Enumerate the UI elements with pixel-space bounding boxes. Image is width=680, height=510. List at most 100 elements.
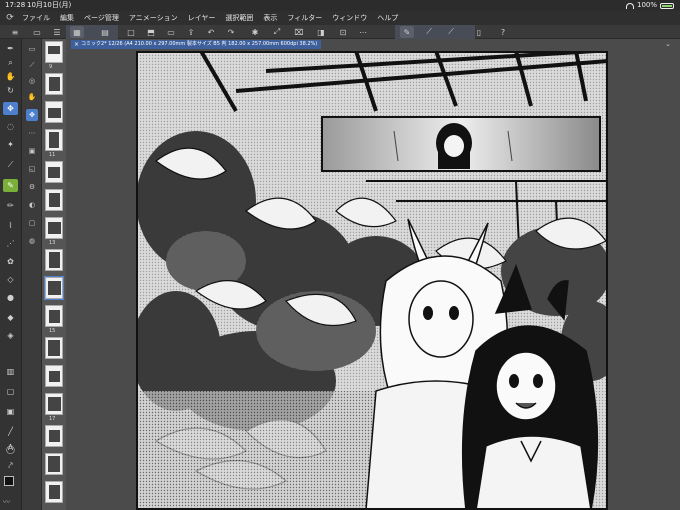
sub-tool-icon[interactable]: ▭ xyxy=(26,43,38,55)
export-icon[interactable]: ⇪ xyxy=(184,26,198,38)
pencil-icon[interactable]: ✏ xyxy=(3,199,18,212)
page-thumbnail[interactable] xyxy=(45,481,63,503)
wand-icon[interactable]: ✦ xyxy=(3,138,18,151)
decoration-icon[interactable]: ✿ xyxy=(3,255,18,268)
battery-percent: 100% xyxy=(636,1,657,9)
menu-animation[interactable]: アニメーション xyxy=(124,13,183,23)
undo-icon[interactable]: ↶ xyxy=(204,26,218,38)
menu-filter[interactable]: フィルター xyxy=(282,13,327,23)
figure-icon[interactable]: ▢ xyxy=(3,385,18,398)
help-icon[interactable]: ? xyxy=(496,26,510,38)
frame-icon[interactable]: ▣ xyxy=(3,405,18,418)
eyedropper-icon[interactable]: ⟋ xyxy=(3,158,18,171)
main-color-swatch[interactable] xyxy=(4,476,14,486)
color-mode-icon[interactable]: 〰 xyxy=(3,497,10,507)
sub-tool-icon[interactable]: ⟋ xyxy=(26,59,38,71)
snap-ruler-icon[interactable]: ⟋ xyxy=(444,26,458,38)
menu-file[interactable]: ファイル xyxy=(17,13,55,23)
page-thumbnail[interactable] xyxy=(45,393,63,415)
menu-bar: ⟳ ファイル 編集 ページ管理 アニメーション レイヤー 選択範囲 表示 フィル… xyxy=(0,11,680,25)
chevron-down-icon[interactable]: ⌄ xyxy=(665,40,671,48)
command-bar: ≡ ▭ ☰ ▦ ▤ □ ⬒ ▭ ⇪ ↶ ↷ ✱ ⤢ ⌧ ◨ ⊡ ⋯ ✎ ⟋ ⟋ … xyxy=(0,25,680,39)
transform-icon[interactable]: ⤢ xyxy=(270,26,284,38)
rotate-icon[interactable]: ↻ xyxy=(3,84,18,97)
page-thumbnail[interactable] xyxy=(45,453,63,475)
page-thumbnail[interactable] xyxy=(45,305,63,327)
page-thumbnail[interactable] xyxy=(45,41,63,63)
panel-toggle-icon[interactable]: ▭ xyxy=(30,26,44,38)
fill-icon[interactable]: ◆ xyxy=(3,311,18,324)
menu-edit[interactable]: 編集 xyxy=(55,13,79,23)
lasso-icon[interactable]: ◌ xyxy=(3,120,18,133)
new-file-icon[interactable]: □ xyxy=(124,26,138,38)
open-icon[interactable]: ⬒ xyxy=(144,26,158,38)
text-icon[interactable]: A xyxy=(3,441,18,454)
blend-icon[interactable]: ● xyxy=(3,291,18,304)
sub-tool-icon[interactable]: ◎ xyxy=(26,75,38,87)
page-thumbnail[interactable] xyxy=(45,425,63,447)
snap-line-icon[interactable]: ⟋ xyxy=(422,26,436,38)
page-number: 15 xyxy=(49,328,56,334)
page-thumbnail[interactable] xyxy=(45,337,63,359)
menu-page[interactable]: ページ管理 xyxy=(79,13,124,23)
sub-tool-icon[interactable]: ✥ xyxy=(26,109,38,121)
gradient-icon[interactable]: ▥ xyxy=(3,365,18,378)
manga-page-canvas[interactable] xyxy=(136,51,608,510)
crop-icon[interactable]: ⊡ xyxy=(336,26,350,38)
menu-help[interactable]: ヘルプ xyxy=(372,13,403,23)
save-icon[interactable]: ▭ xyxy=(164,26,178,38)
document-tab[interactable]: コミック2* 12/26 (A4 210.00 x 297.00mm 製本サイズ… xyxy=(71,40,322,49)
status-bar: 17:28 10月10日(月) 100% xyxy=(0,0,680,11)
sub-tool-icon[interactable]: ⚙ xyxy=(26,181,38,193)
sub-tool-icon[interactable]: ◍ xyxy=(26,235,38,247)
status-date: 10月10日(月) xyxy=(27,1,72,9)
sub-tool-icon[interactable]: ◐ xyxy=(26,199,38,211)
page-number: 9 xyxy=(49,64,53,70)
battery-icon xyxy=(660,2,674,9)
airbrush-icon[interactable]: ⋰ xyxy=(3,237,18,250)
sub-tool-icon[interactable]: ⋯ xyxy=(26,127,38,139)
move-icon[interactable]: ✥ xyxy=(3,102,18,115)
menu-view[interactable]: 表示 xyxy=(258,13,282,23)
line-icon[interactable]: ╱ xyxy=(3,425,18,438)
eraser-icon[interactable]: ◇ xyxy=(3,273,18,286)
app-menu-icon[interactable]: ⟳ xyxy=(3,11,17,25)
page-manage-icon[interactable]: ▦ xyxy=(70,26,84,38)
menu-selection[interactable]: 選択範囲 xyxy=(220,13,258,23)
sub-tool-column: ▭ ⟋ ◎ ✋ ✥ ⋯ ▣ ◱ ⚙ ◐ ▢ ◍ xyxy=(22,39,42,510)
zoom-icon[interactable]: ⌕ xyxy=(3,56,18,69)
page-thumbnail[interactable] xyxy=(45,189,63,211)
redo-icon[interactable]: ↷ xyxy=(224,26,238,38)
fill-alt-icon[interactable]: ◈ xyxy=(3,329,18,342)
page-thumbnail[interactable] xyxy=(45,161,63,183)
page-thumbnail[interactable] xyxy=(45,73,63,95)
page-thumbnail-panel: 9 11 13 15 17 xyxy=(42,39,66,510)
sub-tool-icon[interactable]: ▣ xyxy=(26,145,38,157)
sub-tool-icon[interactable]: ◱ xyxy=(26,163,38,175)
hamburger-icon[interactable]: ≡ xyxy=(8,26,22,38)
correct-line-icon[interactable]: ⤤ xyxy=(3,459,18,472)
page-thumbnail[interactable] xyxy=(45,217,63,239)
pen-icon[interactable]: ✎ xyxy=(3,179,18,192)
tablet-icon[interactable]: ▯ xyxy=(472,26,486,38)
page-thumbnail[interactable] xyxy=(44,276,64,300)
fill-selection-icon[interactable]: ◨ xyxy=(314,26,328,38)
clear-icon[interactable]: ⌧ xyxy=(292,26,306,38)
settings-icon[interactable]: ✱ xyxy=(248,26,262,38)
list-icon[interactable]: ☰ xyxy=(50,26,64,38)
tool-palette: ✒ ⌕ ✋ ↻ ✥ ◌ ✦ ⟋ ✎ ✏ ⌇ ⋰ ✿ ◇ ● ◆ ◈ ▥ ▢ ▣ … xyxy=(0,39,22,510)
pen-pressure-icon[interactable]: ✎ xyxy=(400,26,414,38)
brush-icon[interactable]: ⌇ xyxy=(3,219,18,232)
hand-icon[interactable]: ✋ xyxy=(3,70,18,83)
menu-window[interactable]: ウィンドウ xyxy=(327,13,372,23)
sub-tool-icon[interactable]: ▢ xyxy=(26,217,38,229)
page-thumbnail[interactable] xyxy=(45,129,63,151)
page-thumbnail[interactable] xyxy=(45,101,63,123)
pen-nib-icon[interactable]: ✒ xyxy=(3,42,18,55)
page-thumbnail[interactable] xyxy=(45,365,63,387)
page-view-icon[interactable]: ▤ xyxy=(98,26,112,38)
menu-layer[interactable]: レイヤー xyxy=(183,13,221,23)
grid-icon[interactable]: ⋯ xyxy=(356,26,370,38)
sub-tool-icon[interactable]: ✋ xyxy=(26,91,38,103)
page-thumbnail[interactable] xyxy=(45,249,63,271)
